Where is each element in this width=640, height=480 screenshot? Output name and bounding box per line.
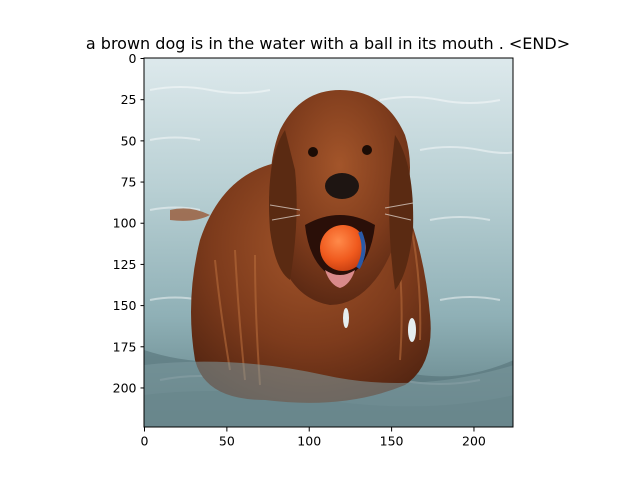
y-tick-label: 100 — [113, 216, 137, 231]
y-tick-label: 75 — [121, 175, 137, 190]
y-tick-label: 25 — [121, 92, 137, 107]
photo-dog-in-water — [144, 58, 513, 427]
x-tick-label: 0 — [141, 434, 149, 449]
dog-nose — [325, 173, 359, 199]
dog-eye-left — [308, 147, 318, 157]
dog-eye-right — [362, 145, 372, 155]
figure-title: a brown dog is in the water with a ball … — [86, 34, 570, 53]
figure-canvas: a brown dog is in the water with a ball … — [86, 34, 570, 449]
x-tick-label: 200 — [462, 434, 486, 449]
y-tick-label: 125 — [113, 257, 137, 272]
y-tick-label: 200 — [113, 380, 137, 395]
y-axis: 0 25 50 75 100 125 150 175 200 — [113, 51, 145, 395]
x-tick-label: 150 — [380, 434, 404, 449]
y-tick-label: 50 — [121, 133, 137, 148]
y-tick-label: 150 — [113, 298, 137, 313]
y-tick-label: 175 — [113, 339, 137, 354]
x-tick-label: 50 — [219, 434, 235, 449]
y-tick-label: 0 — [129, 51, 137, 66]
x-axis: 0 50 100 150 200 — [141, 427, 486, 449]
x-tick-label: 100 — [297, 434, 321, 449]
